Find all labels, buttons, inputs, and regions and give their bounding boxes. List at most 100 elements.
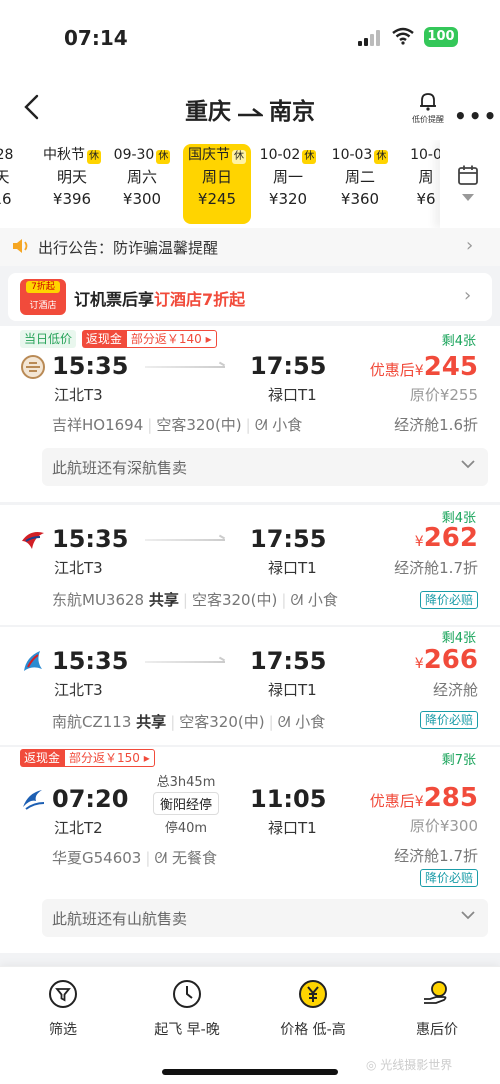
date-item[interactable]: 10-02 休 周一 ¥320 <box>254 144 322 224</box>
date-item[interactable]: 09-30 休 周六 ¥300 <box>108 144 176 224</box>
meal-icon: ᘛ <box>254 416 273 434</box>
cabin-discount: 经济舱1.7折 <box>394 559 478 577</box>
calendar-button[interactable] <box>440 140 500 228</box>
meal: 小食 <box>295 713 326 731</box>
flight-tags: 当日低价 返现金 部分返￥140 ▸ <box>20 330 217 348</box>
original-price: 原价¥300 <box>409 817 478 835</box>
hotel-promo-banner[interactable]: 7折起 订酒店 订机票后享订酒店7折起 › <box>8 273 492 321</box>
watermark: ◎ 光线摄影世界 <box>366 1058 453 1072</box>
date-item-selected[interactable]: 国庆节休 周日 ¥245 <box>183 144 251 224</box>
airline-flight: 吉祥HO1694 <box>52 416 144 434</box>
meal: 小食 <box>307 591 338 609</box>
price-drop-guarantee-tag: 降价必赔 <box>419 591 478 609</box>
airline-flight: 南航CZ113 <box>52 713 132 731</box>
price-value: 285 <box>423 783 478 813</box>
flight-card[interactable]: 返现金 部分返￥150 ▸ 剩7张 07:20 总3h45m 衡阳经停 停40m … <box>0 747 500 953</box>
signal-icon <box>358 30 384 46</box>
holiday-tag: 休 <box>232 150 246 164</box>
route-to: 南京 <box>269 99 315 125</box>
airline-flight: 东航MU3628 <box>52 591 145 609</box>
filter-icon <box>49 980 77 1008</box>
departure-time: 07:20 <box>52 785 129 813</box>
low-price-tag: 当日低价 <box>20 330 77 348</box>
meal-icon: ᘛ <box>290 591 308 609</box>
departure-airport: 江北T3 <box>54 559 103 577</box>
china-eastern-logo-icon <box>22 532 44 549</box>
flight-info: 华夏G54603 | ᘛ 无餐食 <box>52 849 217 867</box>
departure-airport: 江北T2 <box>54 819 103 837</box>
more-icon[interactable]: ••• <box>454 104 498 128</box>
price-prefix: 优惠后 <box>369 792 415 810</box>
flight-line <box>145 539 225 541</box>
flight-card[interactable]: 剩4张 15:35 17:55 江北T3 禄口T1 ¥262 经济舱1.7折 东… <box>0 505 500 625</box>
flight-info: 吉祥HO1694 | 空客320(中) | ᘛ 小食 <box>52 416 303 434</box>
aircraft: 空客320(中) <box>179 713 265 731</box>
tab-filter[interactable]: 筛选 <box>8 979 118 1039</box>
chevron-down-icon <box>461 460 475 469</box>
holiday-tag: 休 <box>87 150 101 164</box>
date-item[interactable]: 中秋节休 明天 ¥396 <box>38 144 106 224</box>
battery-indicator: 100 <box>424 27 458 47</box>
codeshare-tag: 共享 <box>136 713 167 731</box>
stopover-city-tag: 衡阳经停 <box>152 792 219 815</box>
chevron-right-icon: › <box>464 285 472 306</box>
speaker-icon <box>13 239 28 253</box>
stop-duration: 停40m <box>164 821 208 836</box>
date-item[interactable]: 10-03 休 周二 ¥360 <box>326 144 394 224</box>
cabin-discount: 经济舱1.6折 <box>394 416 478 434</box>
seats-left: 剩4张 <box>441 334 476 349</box>
arrival-time: 17:55 <box>250 647 327 675</box>
promo-text: 订机票后享订酒店7折起 <box>74 290 246 309</box>
travel-notice[interactable]: 出行公告：防诈骗温馨提醒 › <box>0 228 500 266</box>
price-alert-button[interactable]: 低价提醒 <box>408 90 448 125</box>
codeshare-tag: 共享 <box>148 591 179 609</box>
china-southern-logo-icon <box>24 651 42 671</box>
seats-left: 剩4张 <box>441 631 476 646</box>
partial-cashback-tag[interactable]: 部分返￥140 ▸ <box>125 330 217 348</box>
price-value: 262 <box>423 523 478 553</box>
arrival-airport: 禄口T1 <box>268 386 317 404</box>
route-from: 重庆 <box>185 99 231 125</box>
flight-line <box>145 661 225 663</box>
other-seller-row[interactable]: 此航班还有山航售卖 <box>42 899 488 937</box>
arrival-airport: 禄口T1 <box>268 819 317 837</box>
price: 优惠后¥245 <box>369 352 478 382</box>
departure-time: 15:35 <box>52 352 129 380</box>
departure-time: 15:35 <box>52 525 129 553</box>
bell-icon <box>420 93 436 111</box>
tab-sort-departure[interactable]: 起飞 早-晚 <box>132 979 242 1039</box>
status-bar: 07:14 100 <box>0 0 500 72</box>
route-arrow-icon <box>238 107 263 116</box>
price: ¥266 <box>414 645 478 675</box>
other-seller-row[interactable]: 此航班还有深航售卖 <box>42 448 488 486</box>
calendar-icon <box>458 165 478 185</box>
home-indicator <box>162 1069 338 1075</box>
flight-card[interactable]: 剩4张 15:35 17:55 江北T3 禄口T1 ¥266 经济舱 南航CZ1… <box>0 627 500 745</box>
price: ¥262 <box>414 523 478 553</box>
partial-cashback-tag[interactable]: 部分返￥150 ▸ <box>64 749 155 767</box>
meal-icon: ᘛ <box>277 713 296 731</box>
notice-text: 出行公告：防诈骗温馨提醒 <box>38 239 219 257</box>
original-price: 原价¥255 <box>409 386 478 404</box>
cabin-class: 经济舱 <box>432 681 478 699</box>
arrival-time: 17:55 <box>250 352 327 380</box>
flight-card[interactable]: 当日低价 返现金 部分返￥140 ▸ 剩4张 15:35 17:55 江北T3 禄… <box>0 326 500 502</box>
discount-hand-icon <box>424 981 447 1004</box>
cashback-tag: 返现金 <box>81 330 126 348</box>
flight-line <box>145 366 225 368</box>
chevron-down-icon <box>462 194 474 201</box>
meal-icon: ᘛ <box>154 849 172 867</box>
arrival-time: 11:05 <box>250 785 327 813</box>
arrival-time: 17:55 <box>250 525 327 553</box>
arrival-airport: 禄口T1 <box>268 559 317 577</box>
price: 优惠后¥285 <box>369 783 478 813</box>
price-prefix: 优惠后 <box>369 361 415 379</box>
tab-sort-price[interactable]: 价格 低-高 <box>258 979 368 1039</box>
airline-flight: 华夏G54603 <box>52 849 142 867</box>
departure-airport: 江北T3 <box>54 681 103 699</box>
stopover-info: 总3h45m 衡阳经停 停40m <box>150 771 222 836</box>
header: 重庆 南京 低价提醒 ••• <box>0 72 500 140</box>
aircraft: 空客320(中) <box>191 591 278 609</box>
date-item[interactable]: -28 天 16 <box>0 144 36 224</box>
tab-after-discount[interactable]: 惠后价 <box>382 979 492 1039</box>
